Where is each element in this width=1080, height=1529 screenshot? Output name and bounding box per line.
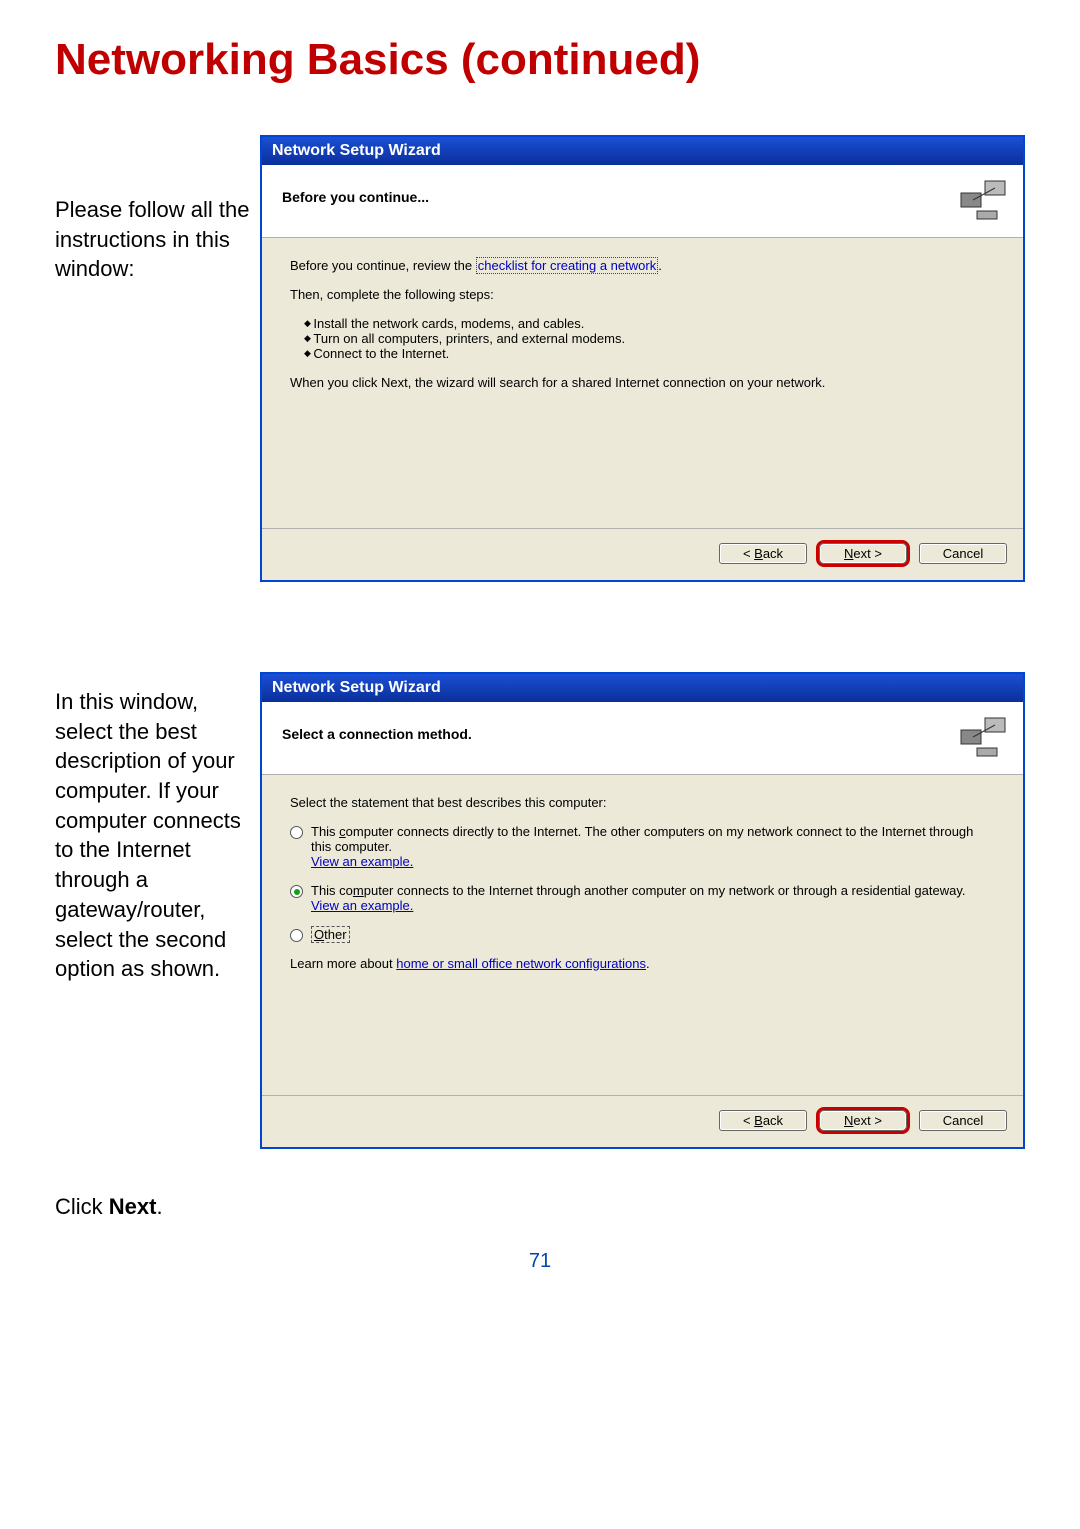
back-button[interactable]: < Back (719, 1110, 807, 1131)
radio-option-2[interactable]: This computer connects to the Internet t… (290, 883, 997, 913)
opt2-text: This computer connects to the Internet t… (311, 883, 965, 898)
wizard1-body: Before you continue, review the checklis… (262, 238, 1023, 528)
learn-pre: Learn more about (290, 956, 396, 971)
wiz1-line2: Then, complete the following steps: (290, 287, 997, 302)
wizard2-header: Select a connection method. (262, 702, 1023, 775)
step-2: Turn on all computers, printers, and ext… (304, 331, 997, 346)
section-2: In this window, select the best descript… (55, 672, 1025, 1220)
clicknext-bold: Next (109, 1194, 157, 1219)
click-next-text: Click Next. (55, 1194, 260, 1220)
radio-icon[interactable] (290, 826, 303, 839)
next-button[interactable]: Next > (819, 543, 907, 564)
learn-more-link[interactable]: home or small office network configurati… (396, 956, 646, 971)
network-devices-icon (956, 710, 1011, 760)
next-button[interactable]: Next > (819, 1110, 907, 1131)
wiz1-steps: Install the network cards, modems, and c… (304, 316, 997, 361)
wizard2-footer: < Back Next > Cancel (262, 1095, 1023, 1147)
network-devices-icon (956, 173, 1011, 223)
wizard1-titlebar: Network Setup Wizard (262, 137, 1023, 165)
wizard2-header-text: Select a connection method. (282, 726, 472, 742)
page-title: Networking Basics (continued) (55, 35, 1025, 85)
wizard1-footer: < Back Next > Cancel (262, 528, 1023, 580)
view-example-2-link[interactable]: View an example. (311, 898, 413, 913)
radio-icon[interactable] (290, 929, 303, 942)
wizard1-header: Before you continue... (262, 165, 1023, 238)
wizard2-titlebar: Network Setup Wizard (262, 674, 1023, 702)
wizard1-header-text: Before you continue... (282, 189, 429, 205)
wizard-1: Network Setup Wizard Before you continue… (260, 135, 1025, 582)
radio-icon-selected[interactable] (290, 885, 303, 898)
wiz1-line3: When you click Next, the wizard will sea… (290, 375, 997, 390)
learn-more: Learn more about home or small office ne… (290, 956, 997, 971)
opt3-text: Other (311, 926, 350, 943)
wizard-2: Network Setup Wizard Select a connection… (260, 672, 1025, 1149)
checklist-link[interactable]: checklist for creating a network (476, 257, 658, 274)
cancel-button[interactable]: Cancel (919, 543, 1007, 564)
opt1-text: This computer connects directly to the I… (311, 824, 973, 854)
wizard2-body: Select the statement that best describes… (262, 775, 1023, 1095)
radio-option-1[interactable]: This computer connects directly to the I… (290, 824, 997, 869)
clicknext-pre: Click (55, 1194, 109, 1219)
view-example-1-link[interactable]: View an example. (311, 854, 413, 869)
radio-option-3[interactable]: Other (290, 927, 997, 942)
learn-post: . (646, 956, 650, 971)
section2-sidetext: In this window, select the best descript… (55, 672, 260, 984)
wiz1-line1-pre: Before you continue, review the (290, 258, 476, 273)
wiz1-line1-post: . (658, 258, 662, 273)
cancel-button[interactable]: Cancel (919, 1110, 1007, 1131)
section1-sidetext: Please follow all the instructions in th… (55, 135, 260, 284)
step-1: Install the network cards, modems, and c… (304, 316, 997, 331)
clicknext-post: . (156, 1194, 162, 1219)
step-3: Connect to the Internet. (304, 346, 997, 361)
section-1: Please follow all the instructions in th… (55, 135, 1025, 582)
page-number: 71 (55, 1250, 1025, 1273)
wiz2-intro: Select the statement that best describes… (290, 795, 997, 810)
back-button[interactable]: < Back (719, 543, 807, 564)
